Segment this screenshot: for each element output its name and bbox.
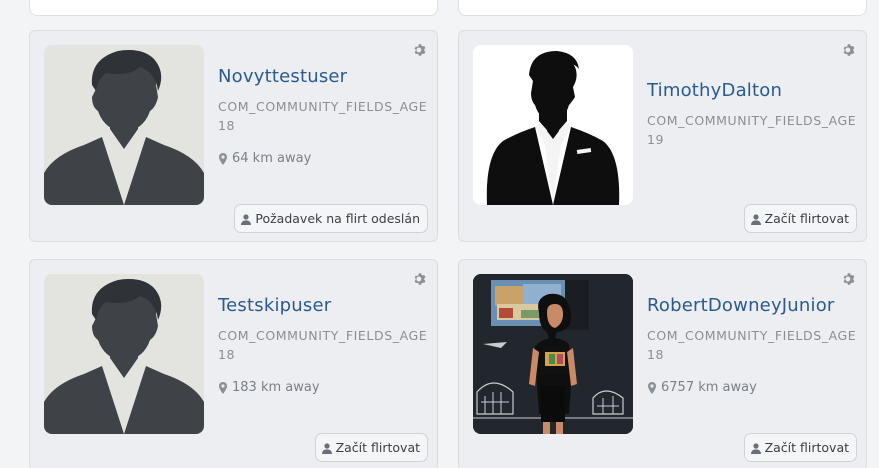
member-name[interactable]: Novyttestuser bbox=[218, 65, 430, 89]
avatar[interactable] bbox=[44, 45, 204, 205]
button-label: Začít flirtovat bbox=[335, 440, 420, 455]
avatar[interactable] bbox=[44, 274, 204, 434]
previous-card-stub bbox=[458, 0, 867, 16]
button-label: Začít flirtovat bbox=[764, 211, 849, 226]
distance: 183 km away bbox=[218, 380, 430, 395]
age-field: COM_COMMUNITY_FIELDS_AGE 19 bbox=[647, 113, 857, 147]
member-card: Novyttestuser COM_COMMUNITY_FIELDS_AGE 1… bbox=[29, 30, 438, 242]
member-card: TimothyDalton COM_COMMUNITY_FIELDS_AGE 1… bbox=[458, 30, 867, 242]
member-name[interactable]: RobertDowneyJunior bbox=[647, 294, 859, 318]
start-flirt-button[interactable]: Začít flirtovat bbox=[743, 204, 857, 233]
start-flirt-button[interactable]: Začít flirtovat bbox=[743, 433, 857, 462]
gear-icon[interactable] bbox=[413, 43, 427, 57]
distance-text: 64 km away bbox=[232, 151, 312, 166]
member-info: Testskipuser COM_COMMUNITY_FIELDS_AGE 18… bbox=[218, 294, 430, 395]
avatar[interactable] bbox=[473, 45, 633, 205]
member-name[interactable]: TimothyDalton bbox=[647, 79, 859, 103]
age-field: COM_COMMUNITY_FIELDS_AGE 18 bbox=[218, 328, 428, 362]
user-icon bbox=[750, 442, 761, 454]
gear-icon[interactable] bbox=[842, 272, 856, 286]
user-icon bbox=[321, 442, 332, 454]
member-info: Novyttestuser COM_COMMUNITY_FIELDS_AGE 1… bbox=[218, 65, 430, 166]
button-label: Začít flirtovat bbox=[764, 440, 849, 455]
member-name[interactable]: Testskipuser bbox=[218, 294, 430, 318]
member-card: RobertDowneyJunior COM_COMMUNITY_FIELDS_… bbox=[458, 259, 867, 468]
member-card: Testskipuser COM_COMMUNITY_FIELDS_AGE 18… bbox=[29, 259, 438, 468]
gear-icon[interactable] bbox=[842, 43, 856, 57]
start-flirt-button[interactable]: Začít flirtovat bbox=[314, 433, 428, 462]
user-icon bbox=[241, 213, 252, 225]
member-grid: Novyttestuser COM_COMMUNITY_FIELDS_AGE 1… bbox=[0, 0, 879, 468]
gear-icon[interactable] bbox=[413, 272, 427, 286]
map-pin-icon bbox=[218, 152, 228, 165]
map-pin-icon bbox=[218, 381, 228, 394]
flirt-request-sent-button[interactable]: Požadavek na flirt odeslán bbox=[234, 204, 428, 233]
map-pin-icon bbox=[647, 381, 657, 394]
distance-text: 183 km away bbox=[232, 380, 320, 395]
distance: 64 km away bbox=[218, 151, 430, 166]
distance-text: 6757 km away bbox=[661, 380, 757, 395]
user-icon bbox=[750, 213, 761, 225]
previous-card-stub bbox=[29, 0, 438, 16]
member-info: RobertDowneyJunior COM_COMMUNITY_FIELDS_… bbox=[647, 294, 859, 395]
age-field: COM_COMMUNITY_FIELDS_AGE 18 bbox=[647, 328, 857, 362]
button-label: Požadavek na flirt odeslán bbox=[255, 211, 420, 226]
distance: 6757 km away bbox=[647, 380, 859, 395]
age-field: COM_COMMUNITY_FIELDS_AGE 18 bbox=[218, 99, 428, 133]
member-info: TimothyDalton COM_COMMUNITY_FIELDS_AGE 1… bbox=[647, 79, 859, 149]
avatar[interactable] bbox=[473, 274, 633, 434]
